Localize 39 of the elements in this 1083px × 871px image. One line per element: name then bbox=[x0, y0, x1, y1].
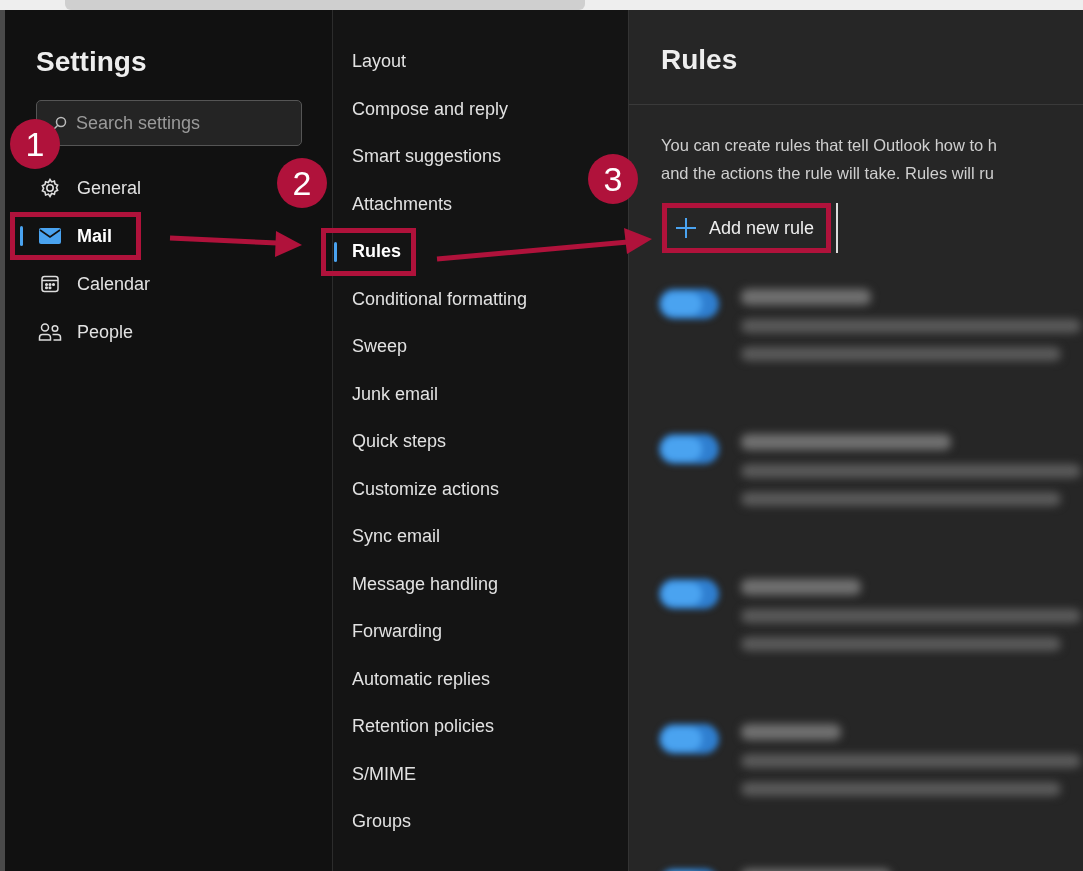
description-text: You can create rules that tell Outlook how to h bbox=[661, 135, 998, 156]
toggle-switch[interactable] bbox=[659, 289, 719, 319]
toggle-switch[interactable] bbox=[659, 434, 719, 464]
cursor-line bbox=[836, 203, 839, 253]
menu-item[interactable]: Attachments bbox=[333, 180, 463, 228]
nav-item[interactable]: Mail bbox=[10, 212, 141, 260]
menu-item[interactable]: Automatic replies bbox=[333, 655, 501, 703]
menu-item[interactable]: Layout bbox=[333, 38, 417, 86]
menu-item[interactable]: Smart suggestions bbox=[333, 133, 512, 181]
menu-item[interactable]: Retention policies bbox=[333, 703, 505, 751]
menu-item[interactable]: Customize actions bbox=[333, 465, 510, 513]
search-icon bbox=[53, 116, 67, 130]
gear-icon bbox=[39, 177, 61, 199]
menu-item[interactable]: S/MIME bbox=[333, 750, 426, 798]
people-icon bbox=[38, 322, 62, 342]
toggle-switch[interactable] bbox=[659, 579, 719, 609]
nav-item[interactable]: Calendar bbox=[15, 266, 175, 302]
toggle-switch[interactable] bbox=[659, 724, 719, 754]
menu-item[interactable]: Message handling bbox=[333, 560, 509, 608]
menu-item[interactable]: Junk email bbox=[333, 370, 449, 418]
add-rule-button[interactable]: Add new rule bbox=[662, 203, 832, 253]
calendar-icon bbox=[40, 274, 60, 294]
search-box[interactable]: Search settings bbox=[36, 100, 302, 146]
menu-item[interactable]: Conditional formatting bbox=[333, 275, 538, 323]
mail-icon bbox=[38, 226, 62, 246]
menu-item[interactable]: Sweep bbox=[333, 323, 418, 371]
menu-item[interactable]: Groups bbox=[333, 798, 422, 846]
menu-item[interactable]: Compose and reply bbox=[333, 85, 519, 133]
description-text: and the actions the rule will take. Rules will ru bbox=[661, 163, 995, 184]
settings-title: Settings bbox=[36, 46, 148, 78]
menu-item[interactable]: Forwarding bbox=[333, 608, 453, 656]
plus-icon bbox=[675, 217, 697, 239]
pane-title: Rules bbox=[661, 44, 739, 76]
menu-item[interactable]: Sync email bbox=[333, 513, 451, 561]
menu-item[interactable]: Quick steps bbox=[333, 418, 457, 466]
nav-item[interactable]: General bbox=[15, 170, 166, 206]
nav-item[interactable]: People bbox=[15, 314, 158, 350]
search-field[interactable]: Search settings bbox=[76, 101, 301, 145]
menu-item[interactable]: Rules bbox=[321, 228, 417, 276]
